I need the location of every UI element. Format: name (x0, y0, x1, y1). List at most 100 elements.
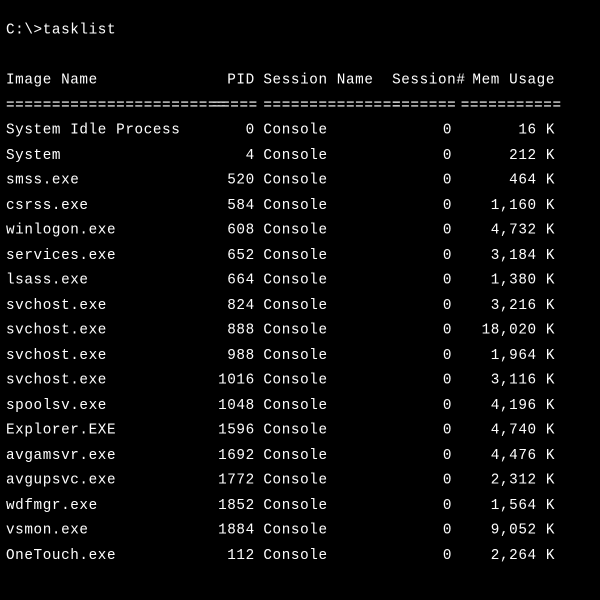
cell-pid: 1596 (212, 418, 255, 443)
cell-session-name: Console (263, 393, 392, 418)
separator-row: ============================= ==========… (6, 97, 555, 113)
cell-session-num: 0 (392, 243, 452, 268)
cell-image-name: svchost.exe (6, 318, 212, 343)
table-row: svchost.exe988 Console0 1,964 K (6, 347, 555, 363)
table-row: lsass.exe664 Console0 1,380 K (6, 272, 555, 288)
cell-mem-usage: 18,020 K (461, 318, 555, 343)
cell-session-name: Console (263, 518, 392, 543)
cell-session-name: Console (263, 543, 392, 568)
cell-pid: 608 (212, 218, 255, 243)
cell-mem-usage: 4,196 K (461, 393, 555, 418)
cell-pid: 1048 (212, 393, 255, 418)
cell-pid: 1692 (212, 443, 255, 468)
cell-session-num: 0 (392, 468, 452, 493)
cell-mem-usage: 9,052 K (461, 518, 555, 543)
cell-pid: 1852 (212, 493, 255, 518)
table-row: svchost.exe824 Console0 3,216 K (6, 297, 555, 313)
cell-session-name: Console (263, 168, 392, 193)
cell-image-name: avgupsvc.exe (6, 468, 212, 493)
cell-mem-usage: 1,380 K (461, 268, 555, 293)
cell-session-num: 0 (392, 443, 452, 468)
cell-mem-usage: 3,216 K (461, 293, 555, 318)
cell-image-name: Explorer.EXE (6, 418, 212, 443)
cell-mem-usage: 1,964 K (461, 343, 555, 368)
cell-mem-usage: 1,564 K (461, 493, 555, 518)
cell-image-name: svchost.exe (6, 293, 212, 318)
cell-session-num: 0 (392, 418, 452, 443)
cell-pid: 520 (212, 168, 255, 193)
cell-image-name: winlogon.exe (6, 218, 212, 243)
cell-session-name: Console (263, 443, 392, 468)
table-row: Explorer.EXE1596 Console0 4,740 K (6, 422, 555, 438)
cell-session-num: 0 (392, 193, 452, 218)
table-row: svchost.exe1016 Console0 3,116 K (6, 372, 555, 388)
cell-session-name: Console (263, 243, 392, 268)
cell-mem-usage: 4,476 K (461, 443, 555, 468)
table-row: svchost.exe888 Console0 18,020 K (6, 322, 555, 338)
cell-session-num: 0 (392, 318, 452, 343)
cell-image-name: svchost.exe (6, 343, 212, 368)
cell-session-name: Console (263, 118, 392, 143)
cell-session-num: 0 (392, 518, 452, 543)
cell-mem-usage: 1,160 K (461, 193, 555, 218)
separator-pid: ===== (212, 93, 255, 118)
cell-pid: 1772 (212, 468, 255, 493)
cell-session-name: Console (263, 143, 392, 168)
cell-pid: 112 (212, 543, 255, 568)
cell-pid: 4 (212, 143, 255, 168)
header-session-name: Session Name (263, 68, 392, 93)
header-session-num: Session# (392, 68, 452, 93)
cell-session-num: 0 (392, 343, 452, 368)
cell-session-num: 0 (392, 368, 452, 393)
cell-pid: 584 (212, 193, 255, 218)
table-row: avgupsvc.exe1772 Console0 2,312 K (6, 472, 555, 488)
cell-image-name: vsmon.exe (6, 518, 212, 543)
terminal-output[interactable]: C:\>tasklist Image NamePID Session NameS… (0, 0, 600, 568)
cell-session-name: Console (263, 293, 392, 318)
cell-image-name: spoolsv.exe (6, 393, 212, 418)
cell-mem-usage: 2,312 K (461, 468, 555, 493)
cell-session-name: Console (263, 493, 392, 518)
separator-mem-usage: =========== (461, 93, 555, 118)
separator-session-name: =============== (263, 93, 392, 118)
cell-image-name: services.exe (6, 243, 212, 268)
cell-pid: 664 (212, 268, 255, 293)
cell-session-name: Console (263, 468, 392, 493)
separator-session-num: ======= (392, 93, 452, 118)
cell-session-num: 0 (392, 118, 452, 143)
table-row: smss.exe520 Console0 464 K (6, 172, 555, 188)
cell-pid: 824 (212, 293, 255, 318)
cell-session-num: 0 (392, 543, 452, 568)
cell-mem-usage: 4,732 K (461, 218, 555, 243)
cell-mem-usage: 4,740 K (461, 418, 555, 443)
cell-session-num: 0 (392, 293, 452, 318)
table-row: csrss.exe584 Console0 1,160 K (6, 197, 555, 213)
separator-image-name: ======================== (6, 93, 212, 118)
cell-image-name: lsass.exe (6, 268, 212, 293)
cell-session-name: Console (263, 193, 392, 218)
cell-image-name: System Idle Process (6, 118, 212, 143)
cell-mem-usage: 3,116 K (461, 368, 555, 393)
cell-pid: 888 (212, 318, 255, 343)
cell-session-name: Console (263, 368, 392, 393)
cell-image-name: smss.exe (6, 168, 212, 193)
cell-session-num: 0 (392, 168, 452, 193)
cell-session-num: 0 (392, 218, 452, 243)
cell-image-name: System (6, 143, 212, 168)
cell-session-name: Console (263, 218, 392, 243)
cell-session-name: Console (263, 343, 392, 368)
header-mem-usage: Mem Usage (461, 68, 555, 93)
cell-mem-usage: 212 K (461, 143, 555, 168)
cell-session-num: 0 (392, 493, 452, 518)
table-row: spoolsv.exe1048 Console0 4,196 K (6, 397, 555, 413)
cell-pid: 1016 (212, 368, 255, 393)
cell-image-name: wdfmgr.exe (6, 493, 212, 518)
cell-session-num: 0 (392, 393, 452, 418)
prompt-line: C:\>tasklist (6, 22, 116, 38)
table-row: System4 Console0 212 K (6, 147, 555, 163)
cell-image-name: csrss.exe (6, 193, 212, 218)
cell-session-num: 0 (392, 143, 452, 168)
table-row: vsmon.exe1884 Console0 9,052 K (6, 522, 555, 538)
cell-session-name: Console (263, 318, 392, 343)
cell-image-name: avgamsvr.exe (6, 443, 212, 468)
